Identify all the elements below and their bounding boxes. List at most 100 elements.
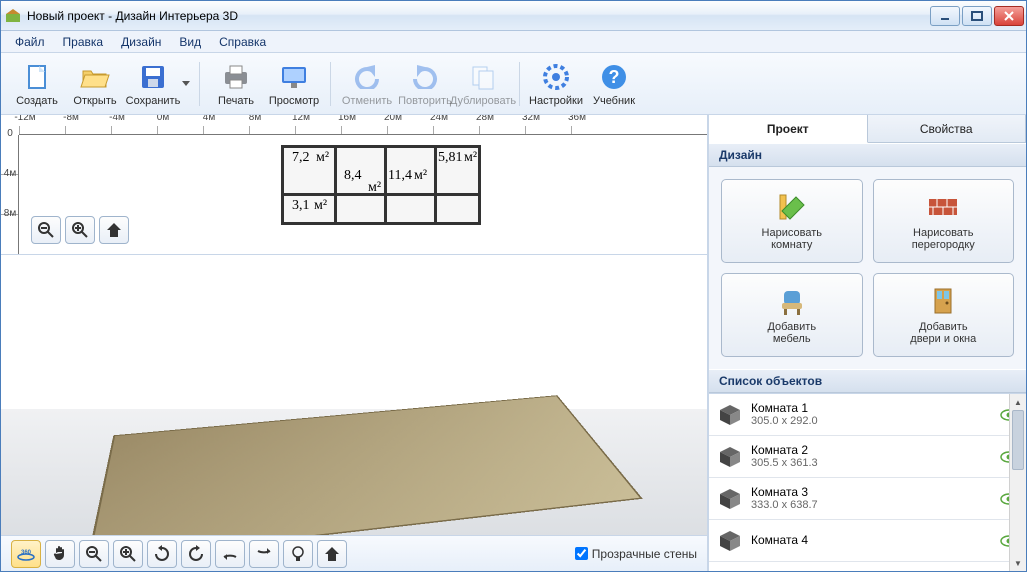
object-list[interactable]: Комната 1305.0 x 292.0Комната 2305.5 x 3… <box>709 393 1026 571</box>
object-name: Комната 2 <box>751 443 992 457</box>
view-3d[interactable] <box>1 255 707 535</box>
zoom-out-3d-button[interactable] <box>79 540 109 568</box>
app-window: Новый проект - Дизайн Интерьера 3D Файл … <box>0 0 1027 572</box>
hand-icon <box>51 545 69 563</box>
draw-room-button[interactable]: Нарисоватькомнату <box>721 179 863 263</box>
zoom-out-icon <box>85 545 103 563</box>
transparent-walls-checkbox[interactable]: Прозрачные стены <box>575 547 697 561</box>
tilt-down-button[interactable] <box>249 540 279 568</box>
save-dropdown[interactable] <box>181 81 191 86</box>
settings-button[interactable]: Настройки <box>528 56 584 112</box>
tilt-up-icon <box>221 545 239 563</box>
rotate-left-icon <box>153 545 171 563</box>
redo-button[interactable]: Повторить <box>397 56 453 112</box>
maximize-button[interactable] <box>962 6 992 26</box>
titlebar[interactable]: Новый проект - Дизайн Интерьера 3D <box>1 1 1026 31</box>
open-button[interactable]: Открыть <box>67 56 123 112</box>
toolbar-separator <box>199 62 200 106</box>
menu-edit[interactable]: Правка <box>55 33 112 51</box>
undo-icon <box>351 61 383 93</box>
window-title: Новый проект - Дизайн Интерьера 3D <box>27 9 930 23</box>
object-dims: 333.0 x 638.7 <box>751 499 992 512</box>
monitor-icon <box>278 61 310 93</box>
home-3d-button[interactable] <box>317 540 347 568</box>
add-doors-windows-button[interactable]: Добавитьдвери и окна <box>873 273 1015 357</box>
tutorial-button[interactable]: ? Учебник <box>586 56 642 112</box>
chevron-down-icon <box>182 81 190 86</box>
cube-icon <box>717 486 743 512</box>
scroll-thumb[interactable] <box>1012 410 1024 470</box>
section-design-header: Дизайн <box>709 143 1026 167</box>
zoom-out-icon <box>37 221 55 239</box>
zoom-in-icon <box>119 545 137 563</box>
transparent-walls-input[interactable] <box>575 547 588 560</box>
save-button[interactable]: Сохранить <box>125 56 181 112</box>
tilt-down-icon <box>255 545 273 563</box>
floor-plan-3d[interactable] <box>111 365 611 535</box>
scroll-down-icon[interactable]: ▼ <box>1010 555 1026 571</box>
object-row[interactable]: Комната 4 <box>709 520 1026 562</box>
draw-wall-button[interactable]: Нарисоватьперегородку <box>873 179 1015 263</box>
menu-help[interactable]: Справка <box>211 33 274 51</box>
undo-button[interactable]: Отменить <box>339 56 395 112</box>
tabs: Проект Свойства <box>709 115 1026 143</box>
redo-icon <box>409 61 441 93</box>
pencil-ruler-icon <box>776 191 808 223</box>
create-button[interactable]: Создать <box>9 56 65 112</box>
close-button[interactable] <box>994 6 1024 26</box>
tab-properties[interactable]: Свойства <box>868 115 1027 142</box>
light-button[interactable] <box>283 540 313 568</box>
print-button[interactable]: Печать <box>208 56 264 112</box>
rotate-360-button[interactable]: 360 <box>11 540 41 568</box>
object-row[interactable]: Комната 2305.5 x 361.3 <box>709 436 1026 478</box>
folder-open-icon <box>79 61 111 93</box>
object-dims: 305.0 x 292.0 <box>751 415 992 428</box>
scroll-up-icon[interactable]: ▲ <box>1010 394 1026 410</box>
tilt-up-button[interactable] <box>215 540 245 568</box>
new-file-icon <box>21 61 53 93</box>
app-icon <box>5 8 21 24</box>
toolbar-separator <box>330 62 331 106</box>
zoom-in-3d-button[interactable] <box>113 540 143 568</box>
bottom-toolbar: 360 Прозрачные стены <box>1 535 707 571</box>
duplicate-icon <box>467 61 499 93</box>
menu-file[interactable]: Файл <box>7 33 53 51</box>
add-furniture-button[interactable]: Добавитьмебель <box>721 273 863 357</box>
brick-wall-icon <box>927 191 959 223</box>
pan-button[interactable] <box>45 540 75 568</box>
home-2d-button[interactable] <box>99 216 129 244</box>
floor-plan-2d[interactable]: 7,2 8,4 3,1 11,4 5,81 м² м² м² м² м² <box>281 145 481 225</box>
design-buttons-grid: Нарисоватькомнату Нарисоватьперегородку … <box>709 167 1026 369</box>
cube-icon <box>717 444 743 470</box>
scrollbar-vertical[interactable]: ▲ ▼ <box>1009 394 1026 571</box>
menu-design[interactable]: Дизайн <box>113 33 169 51</box>
menu-view[interactable]: Вид <box>171 33 209 51</box>
cube-icon <box>717 528 743 554</box>
home-icon <box>323 545 341 563</box>
right-panel: Проект Свойства Дизайн Нарисоватькомнату… <box>708 115 1026 571</box>
object-name: Комната 1 <box>751 401 992 415</box>
tab-project[interactable]: Проект <box>709 115 868 143</box>
rotate-right-button[interactable] <box>181 540 211 568</box>
rotate-left-button[interactable] <box>147 540 177 568</box>
object-row[interactable]: Комната 1305.0 x 292.0 <box>709 394 1026 436</box>
zoom-in-icon <box>71 221 89 239</box>
minimize-button[interactable] <box>930 6 960 26</box>
lightbulb-icon <box>290 545 306 563</box>
preview-button[interactable]: Просмотр <box>266 56 322 112</box>
zoom-in-2d-button[interactable] <box>65 216 95 244</box>
section-objects-header: Список объектов <box>709 369 1026 393</box>
duplicate-button[interactable]: Дублировать <box>455 56 511 112</box>
zoom-out-2d-button[interactable] <box>31 216 61 244</box>
toolbar-separator <box>519 62 520 106</box>
object-dims: 305.5 x 361.3 <box>751 457 992 470</box>
ruler-vertical: 04м8м <box>1 135 19 254</box>
save-icon <box>137 61 169 93</box>
ruler-horizontal: -12м-8м-4м0м4м8м12м16м20м24м28м32м36м <box>19 115 707 135</box>
gear-icon <box>540 61 572 93</box>
view-2d[interactable]: -12м-8м-4м0м4м8м12м16м20м24м28м32м36м 04… <box>1 115 707 255</box>
object-name: Комната 4 <box>751 533 992 547</box>
object-row[interactable]: Комната 3333.0 x 638.7 <box>709 478 1026 520</box>
door-icon <box>927 285 959 317</box>
help-icon: ? <box>598 61 630 93</box>
